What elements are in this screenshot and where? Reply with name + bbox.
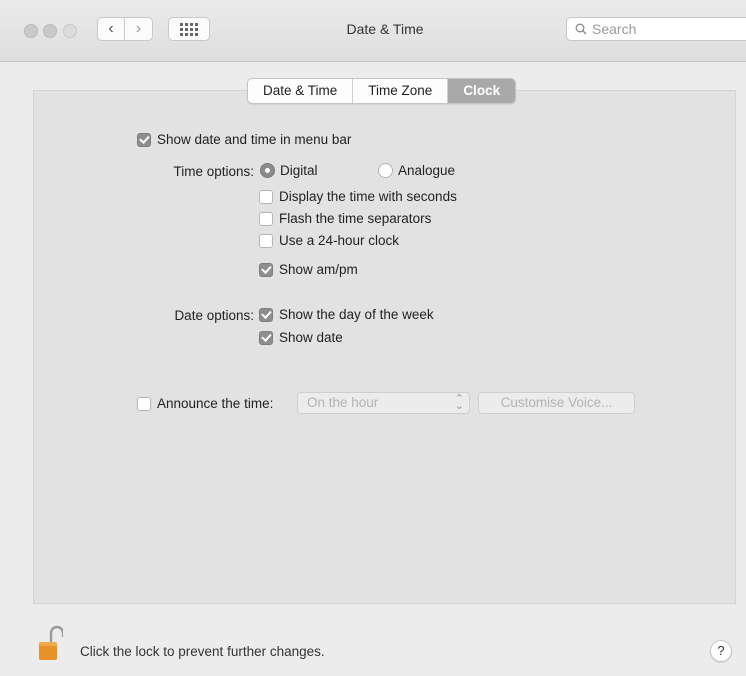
tab-date-time[interactable]: Date & Time bbox=[248, 79, 354, 103]
radio-digital[interactable] bbox=[260, 163, 275, 178]
flash-separators-label: Flash the time separators bbox=[279, 211, 432, 226]
announce-time-checkbox[interactable] bbox=[137, 396, 151, 411]
announce-interval-value: On the hour bbox=[307, 395, 379, 410]
search-icon bbox=[575, 23, 587, 35]
help-button[interactable]: ? bbox=[710, 640, 732, 662]
customise-voice-button[interactable]: Customise Voice... bbox=[478, 392, 635, 414]
show-all-button[interactable] bbox=[168, 17, 210, 41]
forward-button[interactable]: › bbox=[125, 17, 153, 41]
show-date-label: Show date bbox=[279, 330, 343, 345]
display-seconds-row[interactable]: Display the time with seconds bbox=[259, 189, 457, 204]
show-date-checkbox[interactable] bbox=[259, 330, 273, 345]
use-24-hour-label: Use a 24-hour clock bbox=[279, 233, 400, 248]
show-in-menu-bar-checkbox[interactable] bbox=[137, 132, 151, 147]
show-ampm-label: Show am/pm bbox=[279, 262, 358, 277]
announce-interval-select[interactable]: On the hour ⌃ ⌄ bbox=[297, 392, 470, 414]
chevron-right-icon: › bbox=[135, 20, 142, 37]
radio-analogue-row[interactable]: Analogue bbox=[378, 163, 455, 178]
tab-clock[interactable]: Clock bbox=[448, 79, 516, 103]
show-day-of-week-label: Show the day of the week bbox=[279, 307, 434, 322]
minimize-window-button[interactable] bbox=[43, 24, 57, 38]
show-day-of-week-checkbox[interactable] bbox=[259, 307, 273, 322]
tab-time-zone[interactable]: Time Zone bbox=[353, 79, 449, 103]
radio-analogue-label: Analogue bbox=[398, 163, 456, 178]
show-ampm-row[interactable]: Show am/pm bbox=[259, 262, 358, 277]
search-field[interactable]: Search bbox=[566, 17, 746, 41]
show-date-row[interactable]: Show date bbox=[259, 330, 343, 345]
announce-time-label: Announce the time: bbox=[157, 396, 274, 411]
lock-icon[interactable] bbox=[37, 624, 63, 664]
date-options-label: Date options: bbox=[174, 308, 254, 323]
show-ampm-checkbox[interactable] bbox=[259, 262, 273, 277]
time-options-label: Time options: bbox=[173, 164, 254, 179]
flash-separators-row[interactable]: Flash the time separators bbox=[259, 211, 431, 226]
title-bar: ‹ › Date & Time Search bbox=[0, 0, 746, 62]
use-24-hour-row[interactable]: Use a 24-hour clock bbox=[259, 233, 399, 248]
tab-bar: Date & Time Time Zone Clock bbox=[247, 78, 517, 104]
display-seconds-label: Display the time with seconds bbox=[279, 189, 457, 204]
close-window-button[interactable] bbox=[24, 24, 38, 38]
search-placeholder: Search bbox=[592, 21, 637, 37]
flash-separators-checkbox[interactable] bbox=[259, 211, 273, 226]
zoom-window-button[interactable] bbox=[63, 24, 77, 38]
chevron-left-icon: ‹ bbox=[108, 20, 114, 37]
show-day-of-week-row[interactable]: Show the day of the week bbox=[259, 307, 434, 322]
radio-analogue[interactable] bbox=[378, 163, 393, 178]
show-in-menu-bar-label: Show date and time in menu bar bbox=[157, 132, 352, 147]
radio-digital-row[interactable]: Digital bbox=[260, 163, 318, 178]
announce-time-row[interactable]: Announce the time: bbox=[137, 396, 273, 411]
lock-message: Click the lock to prevent further change… bbox=[80, 644, 325, 659]
updown-chevron-icon: ⌃ ⌄ bbox=[454, 393, 464, 412]
back-button[interactable]: ‹ bbox=[97, 17, 125, 41]
radio-digital-label: Digital bbox=[280, 163, 318, 178]
show-in-menu-bar-row[interactable]: Show date and time in menu bar bbox=[137, 132, 351, 147]
display-seconds-checkbox[interactable] bbox=[259, 189, 273, 204]
grid-icon bbox=[180, 22, 198, 36]
use-24-hour-checkbox[interactable] bbox=[259, 233, 273, 248]
window-title: Date & Time bbox=[346, 21, 424, 37]
